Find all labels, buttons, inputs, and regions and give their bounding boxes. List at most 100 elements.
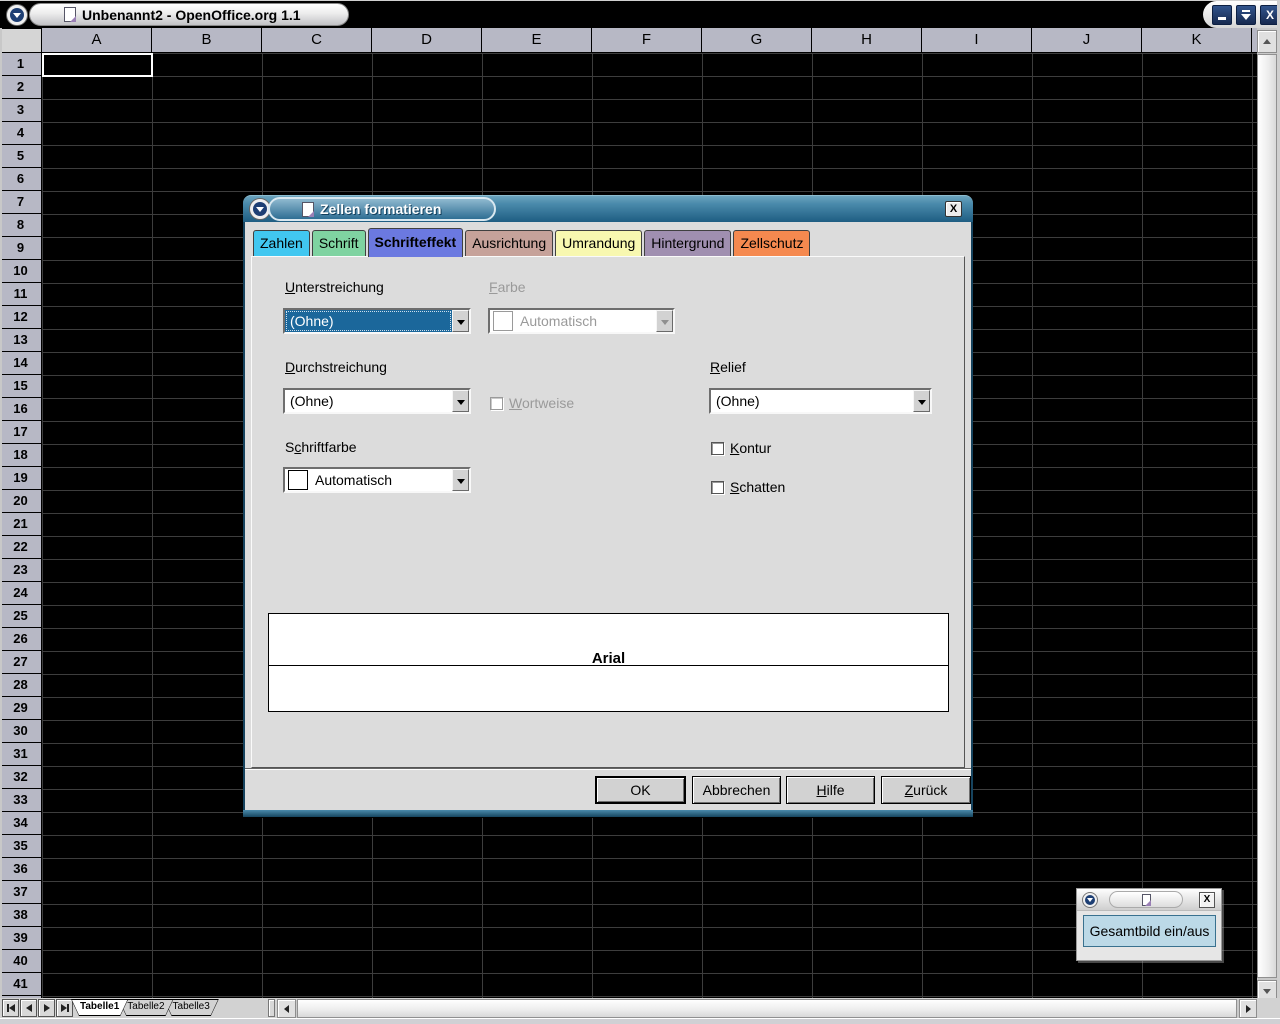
row-header-20[interactable]: 20 [0,490,41,513]
row-header-34[interactable]: 34 [0,812,41,835]
row-header-10[interactable]: 10 [0,260,41,283]
shade-button[interactable] [1236,5,1256,25]
row-header-25[interactable]: 25 [0,605,41,628]
row-header-33[interactable]: 33 [0,789,41,812]
row-header-14[interactable]: 14 [0,352,41,375]
next-sheet-icon [44,1004,50,1012]
row-header-19[interactable]: 19 [0,467,41,490]
scrollbar-splitter[interactable] [268,999,275,1017]
column-header-D[interactable]: D [372,28,482,53]
back-button[interactable]: Zurück [881,776,971,804]
tab-zahlen[interactable]: Zahlen [253,230,310,256]
scroll-left-button[interactable] [277,999,296,1018]
next-sheet-button[interactable] [38,999,55,1017]
row-header-39[interactable]: 39 [0,927,41,950]
font-color-dropdown-button[interactable] [452,469,469,491]
float-window-titlebar[interactable]: X [1077,889,1221,911]
row-header-13[interactable]: 13 [0,329,41,352]
vertical-scroll-thumb[interactable] [1257,54,1277,978]
row-header-22[interactable]: 22 [0,536,41,559]
tab-hintergrund[interactable]: Hintergrund [644,230,731,256]
row-header-9[interactable]: 9 [0,237,41,260]
row-header-27[interactable]: 27 [0,651,41,674]
row-header-35[interactable]: 35 [0,835,41,858]
column-header-A[interactable]: A [42,28,152,53]
column-header-B[interactable]: B [152,28,262,53]
row-header-24[interactable]: 24 [0,582,41,605]
column-header-H[interactable]: H [812,28,922,53]
vertical-scrollbar[interactable] [1257,28,1277,1018]
tab-ausrichtung[interactable]: Ausrichtung [465,230,553,256]
row-header-8[interactable]: 8 [0,214,41,237]
row-header-11[interactable]: 11 [0,283,41,306]
strikethrough-select[interactable]: (Ohne) [283,388,471,414]
row-header-18[interactable]: 18 [0,444,41,467]
row-header-3[interactable]: 3 [0,99,41,122]
prev-sheet-button[interactable] [20,999,37,1017]
tab-schrifteffekt[interactable]: Schrifteffekt [368,228,464,257]
window-titlebar[interactable]: Unbenannt2 - OpenOffice.org 1.1 X [0,0,1280,28]
scroll-right-button[interactable] [1239,999,1257,1018]
row-header-17[interactable]: 17 [0,421,41,444]
arrow-up-icon [1263,39,1271,44]
row-header-37[interactable]: 37 [0,881,41,904]
row-header-32[interactable]: 32 [0,766,41,789]
first-sheet-button[interactable] [2,999,19,1017]
column-header-K[interactable]: K [1142,28,1252,53]
window-menu-button[interactable] [6,4,28,26]
underline-dropdown-button[interactable] [452,310,469,332]
outline-checkbox[interactable]: Kontur [711,440,771,456]
underline-select[interactable]: (Ohne) [283,308,471,334]
relief-select[interactable]: (Ohne) [709,388,932,414]
row-header-6[interactable]: 6 [0,168,41,191]
column-header-I[interactable]: I [922,28,1032,53]
row-header-38[interactable]: 38 [0,904,41,927]
row-header-23[interactable]: 23 [0,559,41,582]
row-header-30[interactable]: 30 [0,720,41,743]
row-header-12[interactable]: 12 [0,306,41,329]
row-header-40[interactable]: 40 [0,950,41,973]
gesamtbild-button[interactable]: Gesamtbild ein/aus [1083,915,1216,947]
row-header-21[interactable]: 21 [0,513,41,536]
cancel-button[interactable]: Abbrechen [692,776,781,804]
dialog-title: Zellen formatieren [320,201,441,217]
row-header-36[interactable]: 36 [0,858,41,881]
column-header-E[interactable]: E [482,28,592,53]
sheet-tab-tabelle1[interactable]: Tabelle1 [71,999,128,1016]
help-button[interactable]: Hilfe [786,776,875,804]
float-close-button[interactable]: X [1199,892,1215,908]
tab-umrandung[interactable]: Umrandung [555,230,642,256]
dialog-close-button[interactable]: X [945,201,962,217]
row-header-29[interactable]: 29 [0,697,41,720]
row-header-15[interactable]: 15 [0,375,41,398]
row-header-7[interactable]: 7 [0,191,41,214]
horizontal-scroll-thumb[interactable] [297,999,1237,1018]
tab-zellschutz[interactable]: Zellschutz [733,230,810,256]
minimize-button[interactable] [1212,5,1232,25]
select-all-corner[interactable] [0,28,42,53]
row-header-5[interactable]: 5 [0,145,41,168]
ok-button[interactable]: OK [595,776,686,804]
row-header-16[interactable]: 16 [0,398,41,421]
float-menu-button[interactable] [1082,892,1098,908]
row-header-41[interactable]: 41 [0,973,41,996]
row-header-28[interactable]: 28 [0,674,41,697]
shadow-checkbox[interactable]: Schatten [711,479,785,495]
scroll-up-button[interactable] [1257,30,1277,53]
column-header-J[interactable]: J [1032,28,1142,53]
row-header-26[interactable]: 26 [0,628,41,651]
selected-cell[interactable] [42,53,153,77]
row-header-1[interactable]: 1 [0,53,41,76]
horizontal-scrollbar[interactable] [277,999,1257,1018]
column-header-C[interactable]: C [262,28,372,53]
column-header-G[interactable]: G [702,28,812,53]
dialog-titlebar[interactable]: Zellen formatieren X [243,195,973,222]
tab-schrift[interactable]: Schrift [312,230,366,256]
row-header-2[interactable]: 2 [0,76,41,99]
font-color-select[interactable]: Automatisch [283,467,471,493]
strikethrough-dropdown-button[interactable] [452,390,469,412]
row-header-4[interactable]: 4 [0,122,41,145]
row-header-31[interactable]: 31 [0,743,41,766]
relief-dropdown-button[interactable] [913,390,930,412]
column-header-F[interactable]: F [592,28,702,53]
